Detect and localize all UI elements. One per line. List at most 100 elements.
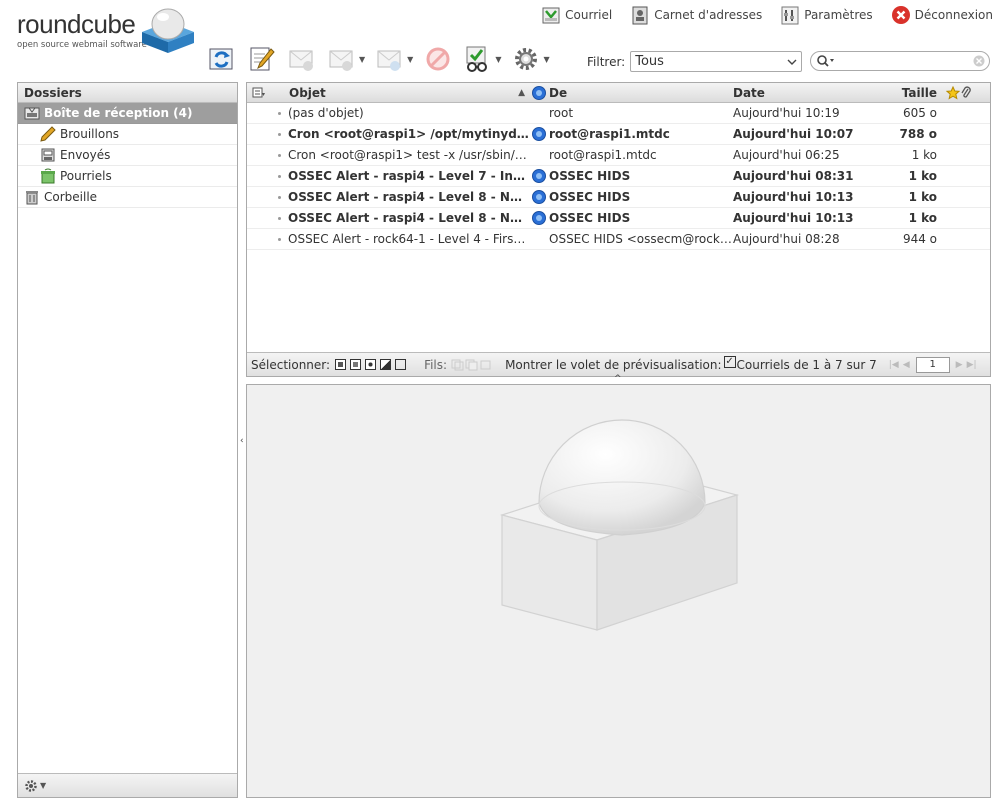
unread-status-icon[interactable] [271, 132, 287, 136]
message-row[interactable]: OSSEC Alert - raspi4 - Level 8 - New use… [247, 208, 990, 229]
brand-tagline: open source webmail software [17, 40, 147, 50]
delete-icon [426, 47, 450, 71]
select-all-icon[interactable] [335, 359, 347, 370]
page-number-input[interactable]: 1 [915, 356, 950, 373]
nav-logout-label: Déconnexion [914, 8, 993, 22]
message-date: Aujourd'hui 10:19 [733, 106, 840, 120]
settings-icon [781, 6, 799, 25]
nav-settings[interactable]: Paramètres [780, 5, 873, 25]
threads-label: Fils: [424, 357, 448, 372]
expand-unread-icon[interactable] [465, 359, 479, 371]
unread-status-icon[interactable] [271, 237, 287, 241]
filter-label: Filtrer: [587, 54, 626, 69]
unread-status-icon[interactable] [271, 216, 287, 220]
message-row[interactable]: (pas d'objet) root Aujourd'hui 10:19 605… [247, 103, 990, 124]
search-icon[interactable] [816, 54, 836, 68]
unread-status-icon[interactable] [271, 174, 287, 178]
message-size: 1 ko [908, 190, 937, 204]
message-list-header: Objet ▲ De Date Taille [247, 83, 990, 103]
folder-trash[interactable]: Corbeille [18, 187, 237, 208]
column-subject[interactable]: Objet ▲ [271, 86, 529, 100]
check-mail-button[interactable] [207, 43, 237, 75]
more-dropdown-icon[interactable]: ▼ [543, 55, 549, 64]
flag-toggle[interactable] [529, 127, 549, 141]
message-row[interactable]: OSSEC Alert - raspi4 - Level 7 - Integri… [247, 166, 990, 187]
select-unread-icon[interactable] [365, 359, 377, 370]
list-options-button[interactable] [247, 87, 271, 99]
roundcube-logo-icon [142, 8, 194, 53]
forward-button[interactable]: ▼ [375, 43, 413, 75]
flagged-icon [532, 127, 546, 141]
folder-drafts[interactable]: Brouillons [18, 124, 237, 145]
invert-selection-icon[interactable] [380, 359, 392, 370]
preview-splitter[interactable]: ^ [614, 374, 622, 384]
last-page-icon[interactable]: ▶| [967, 360, 977, 370]
filter-value: Tous [635, 54, 664, 69]
nav-addressbook[interactable]: Carnet d'adresses [630, 5, 762, 25]
message-row[interactable]: Cron <root@raspi1> /opt/mytinydc/scripts… [247, 124, 990, 145]
filter-select[interactable]: Tous [630, 51, 803, 72]
nav-mail[interactable]: Courriel [541, 5, 612, 25]
reply-all-dropdown-icon[interactable]: ▼ [359, 55, 365, 64]
reply-icon [289, 50, 313, 71]
message-row[interactable]: Cron <root@raspi1> test -x /usr/sbin/ana… [247, 145, 990, 166]
preview-pane [246, 384, 991, 798]
compose-icon [250, 47, 275, 71]
message-subject: OSSEC Alert - raspi4 - Level 8 - New gro… [288, 190, 529, 204]
forward-dropdown-icon[interactable]: ▼ [407, 55, 413, 64]
column-size[interactable]: Taille [891, 86, 937, 100]
select-none-icon[interactable] [395, 359, 407, 370]
folder-drafts-label: Brouillons [60, 127, 120, 141]
roundcube-watermark-icon [499, 419, 740, 631]
flag-toggle[interactable] [529, 169, 549, 183]
flag-column-icon [532, 85, 546, 100]
unread-status-icon[interactable] [271, 111, 287, 115]
more-actions-button[interactable]: ▼ [511, 43, 550, 75]
column-from[interactable]: De [549, 86, 733, 100]
sent-icon [41, 148, 55, 162]
folder-sent[interactable]: Envoyés [18, 145, 237, 166]
collapse-threads-icon[interactable] [479, 359, 493, 371]
delete-button[interactable] [423, 43, 453, 75]
folder-inbox[interactable]: Boîte de réception (4) [18, 103, 237, 124]
folder-inbox-label: Boîte de réception (4) [44, 106, 193, 120]
forward-icon [377, 50, 401, 71]
expand-threads-icon[interactable] [451, 359, 465, 371]
unread-status-icon[interactable] [271, 195, 287, 199]
mark-dropdown-icon[interactable]: ▼ [495, 55, 501, 64]
message-count: Courriels de 1 à 7 sur 7 [736, 357, 877, 372]
message-row[interactable]: OSSEC Alert - raspi4 - Level 8 - New gro… [247, 187, 990, 208]
message-date: Aujourd'hui 06:25 [733, 148, 840, 162]
unread-status-icon[interactable] [271, 153, 287, 157]
flag-toggle[interactable] [529, 211, 549, 225]
message-from: OSSEC HIDS [549, 190, 631, 204]
column-date-label: Date [733, 85, 765, 100]
mark-button[interactable]: ▼ [463, 43, 501, 75]
column-flag[interactable] [529, 85, 549, 100]
first-page-icon[interactable]: |◀ [889, 360, 899, 370]
message-size: 788 o [899, 127, 937, 141]
clear-search-icon[interactable] [973, 55, 985, 67]
nav-logout[interactable]: Déconnexion [891, 5, 993, 25]
preview-label: Montrer le volet de prévisualisation: [505, 357, 722, 372]
message-row[interactable]: OSSEC Alert - rock64-1 - Level 4 - First… [247, 229, 990, 250]
attachment-icon[interactable] [960, 85, 972, 100]
sort-ascending-icon: ▲ [518, 87, 525, 98]
reply-button[interactable] [287, 43, 317, 75]
preview-toggle-checkbox[interactable]: ✓ [723, 355, 736, 368]
previous-page-icon[interactable]: ◀ [903, 360, 910, 370]
flag-toggle[interactable] [529, 190, 549, 204]
sidebar-splitter[interactable]: ‹ [240, 436, 244, 446]
compose-button[interactable] [247, 43, 277, 75]
select-page-icon[interactable] [350, 359, 362, 370]
star-icon[interactable] [946, 85, 960, 100]
roundcube-logo[interactable]: roundcube open source webmail software [16, 6, 198, 54]
reply-all-button[interactable]: ▼ [327, 43, 365, 75]
next-page-icon[interactable]: ▶ [956, 360, 963, 370]
folder-junk[interactable]: Pourriels [18, 166, 237, 187]
search-input[interactable] [810, 51, 990, 71]
message-date: Aujourd'hui 10:13 [733, 211, 854, 225]
addressbook-icon [632, 6, 648, 25]
column-date[interactable]: Date [733, 86, 891, 100]
folder-actions-button[interactable]: ▼ [24, 779, 46, 793]
